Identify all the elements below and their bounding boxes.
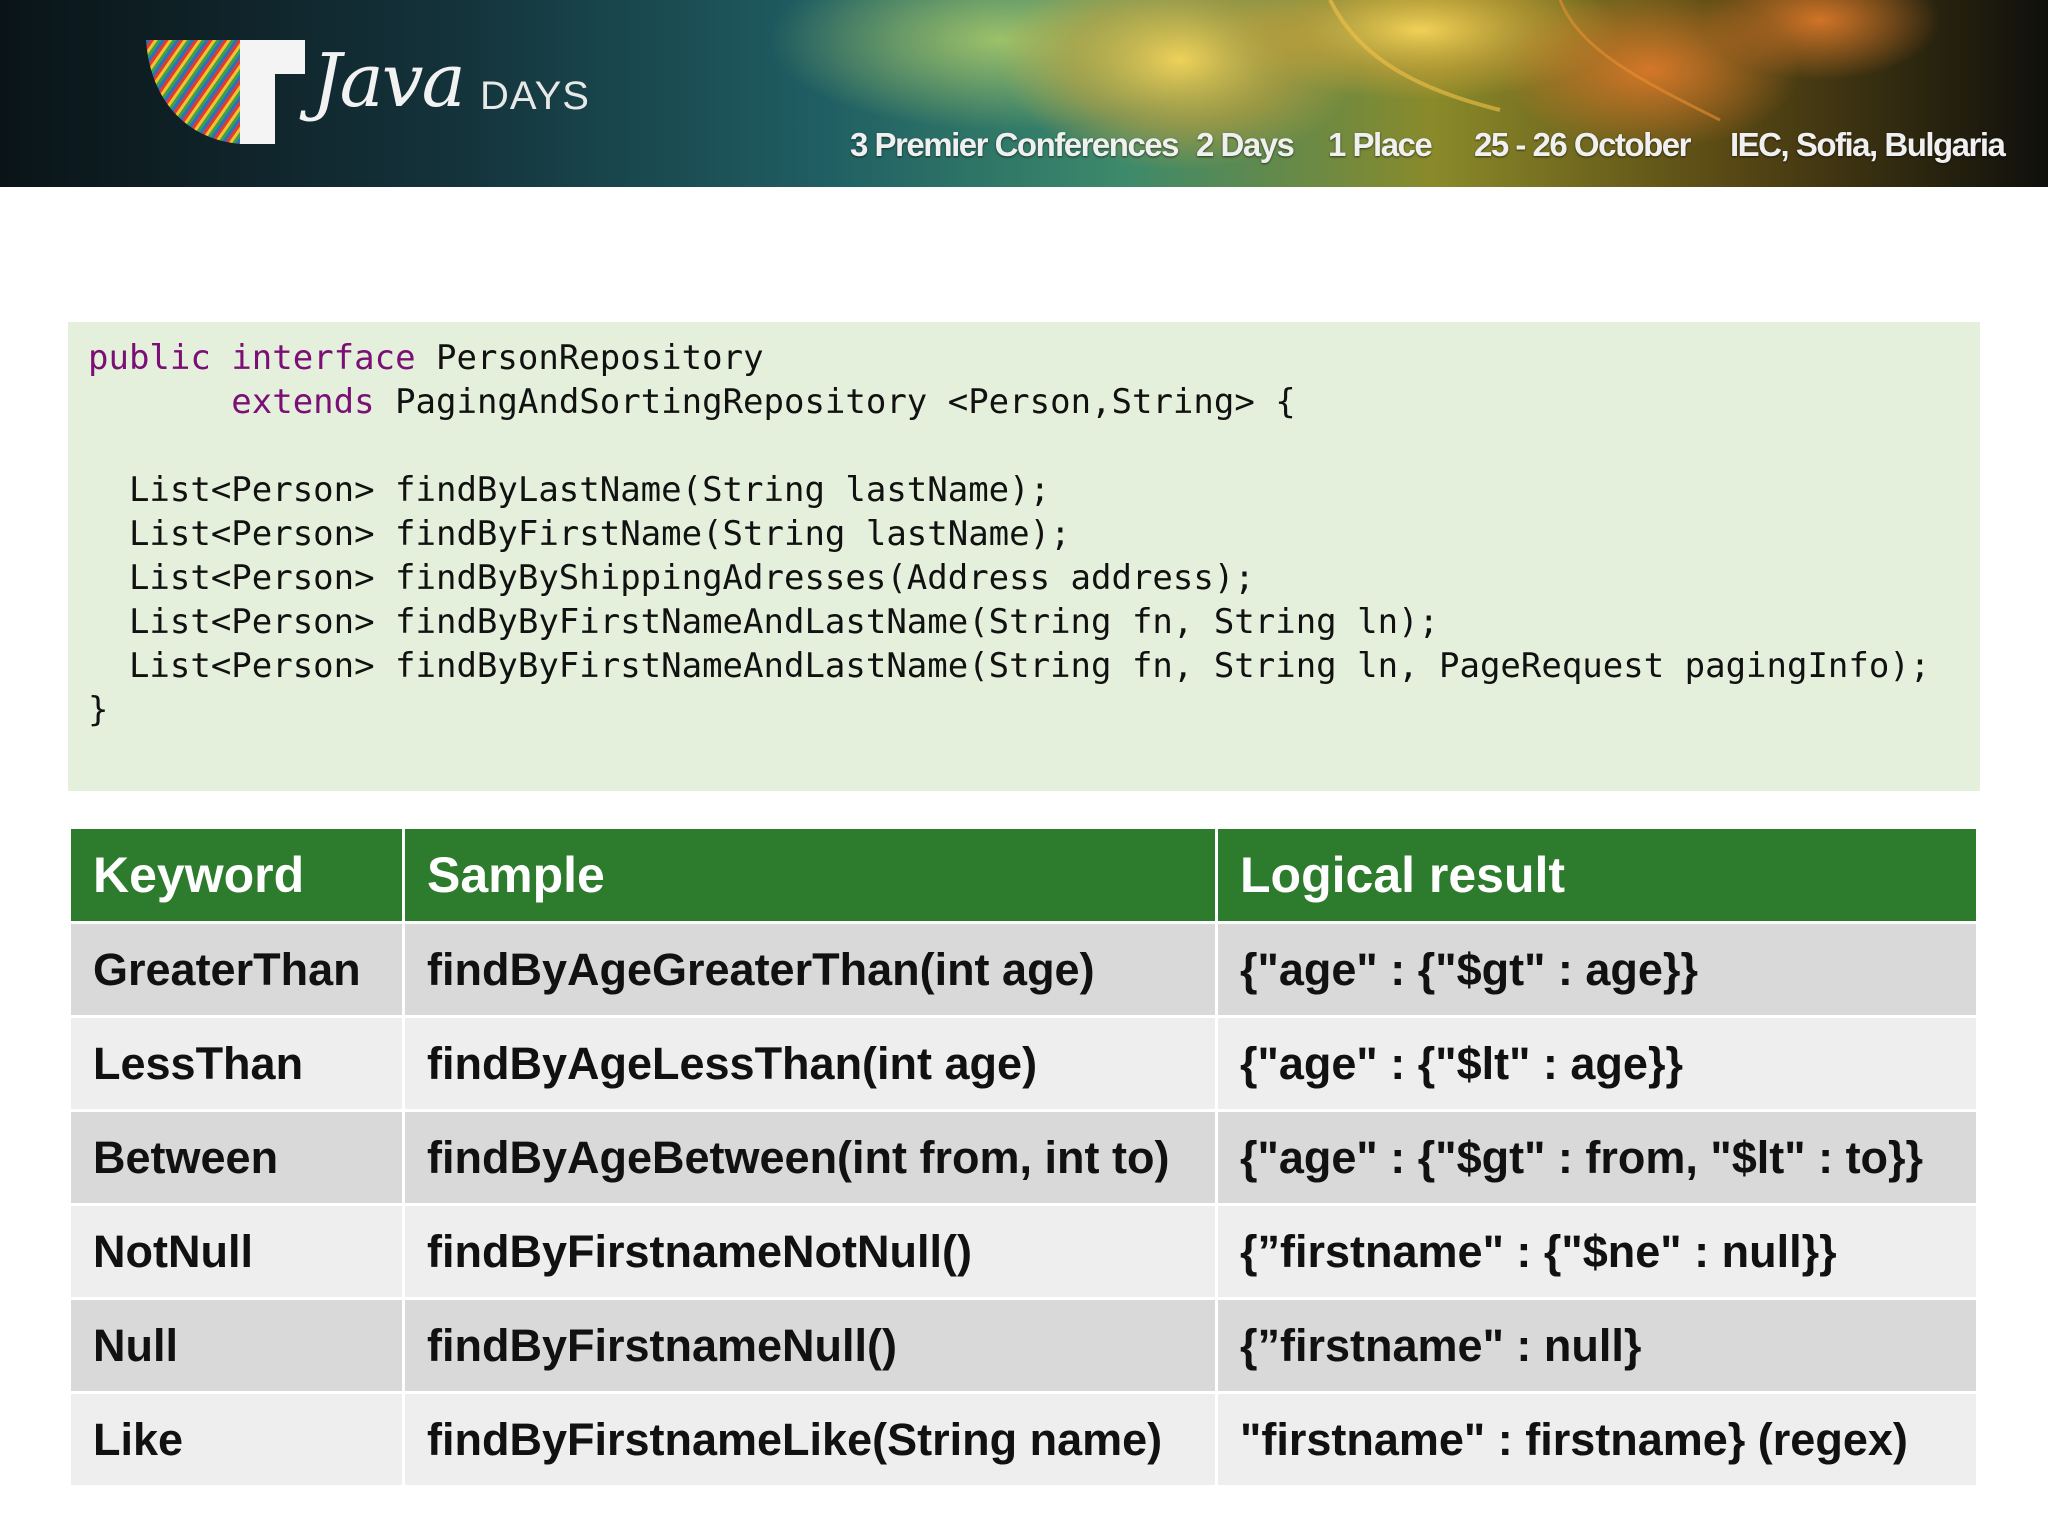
cell-keyword: Null (68, 1297, 405, 1394)
keyword-extends: extends (231, 382, 375, 422)
cell-result: {"age" : {"$gt" : from, "$lt" : to}} (1215, 1109, 1979, 1206)
interface-name: PersonRepository (415, 338, 764, 378)
cell-sample: findByAgeLessThan(int age) (402, 1015, 1218, 1112)
cell-result: {"age" : {"$gt" : age}} (1215, 921, 1979, 1018)
code-method-line: List<Person> findByByShippingAdresses(Ad… (88, 558, 1255, 598)
conference-banner: Java DAYS 3 Premier Conferences 2 Days 1… (0, 0, 2048, 187)
extends-clause: PagingAndSortingRepository <Person,Strin… (374, 382, 1296, 422)
table-row: Null findByFirstnameNull() {”firstname" … (68, 1297, 1979, 1394)
keyword-interface: interface (231, 338, 416, 378)
code-block: public interface PersonRepository extend… (68, 322, 1980, 791)
cell-sample: findByFirstnameNull() (402, 1297, 1218, 1394)
tagline-days: 2 Days (1196, 126, 1295, 163)
table-row: Like findByFirstnameLike(String name) "f… (68, 1391, 1979, 1488)
code-line-interface: public interface PersonRepository (88, 336, 1930, 380)
table-header-row: Keyword Sample Logical result (68, 826, 1979, 924)
tagline-conferences: 3 Premier Conferences (850, 126, 1180, 163)
cell-result: {"age" : {"$lt" : age}} (1215, 1015, 1979, 1112)
tagline-place: 1 Place (1328, 126, 1433, 163)
cell-result: {”firstname" : null} (1215, 1297, 1979, 1394)
header-sample: Sample (402, 826, 1218, 924)
table-row: GreaterThan findByAgeGreaterThan(int age… (68, 921, 1979, 1018)
logo-days-text: DAYS (480, 74, 590, 118)
keyword-public: public (88, 338, 211, 378)
table-row: Between findByAgeBetween(int from, int t… (68, 1109, 1979, 1206)
cell-keyword: GreaterThan (68, 921, 405, 1018)
code-listing: public interface PersonRepository extend… (88, 336, 1930, 732)
table-row: NotNull findByFirstnameNotNull() {”first… (68, 1203, 1979, 1300)
code-method-line: List<Person> findByByFirstNameAndLastNam… (88, 602, 1440, 642)
query-keyword-table: Keyword Sample Logical result GreaterTha… (68, 826, 1979, 1488)
header-keyword: Keyword (68, 826, 405, 924)
code-method-line: List<Person> findByLastName(String lastN… (88, 470, 1051, 510)
cell-keyword: LessThan (68, 1015, 405, 1112)
logo-wordmark: Java (312, 38, 466, 124)
header-logical-result: Logical result (1215, 826, 1979, 924)
cell-sample: findByAgeBetween(int from, int to) (402, 1109, 1218, 1206)
table-row: LessThan findByAgeLessThan(int age) {"ag… (68, 1015, 1979, 1112)
cell-result: {”firstname" : {"$ne" : null}} (1215, 1203, 1979, 1300)
code-method-line: List<Person> findByFirstName(String last… (88, 514, 1071, 554)
cell-result: "firstname" : firstname} (regex) (1215, 1391, 1979, 1488)
tagline-location: IEC, Sofia, Bulgaria (1730, 126, 2006, 163)
cell-sample: findByFirstnameNotNull() (402, 1203, 1218, 1300)
code-closing-brace: } (88, 690, 109, 730)
slide-bottom-edge (0, 1488, 2048, 1536)
java-days-logo-icon (146, 40, 305, 144)
cell-keyword: Between (68, 1109, 405, 1206)
cell-sample: findByFirstnameLike(String name) (402, 1391, 1218, 1488)
cell-keyword: NotNull (68, 1203, 405, 1300)
code-method-line: List<Person> findByByFirstNameAndLastNam… (88, 646, 1931, 686)
cell-keyword: Like (68, 1391, 405, 1488)
code-line-extends: extends PagingAndSortingRepository <Pers… (88, 380, 1930, 424)
tagline-dates: 25 - 26 October (1474, 126, 1691, 163)
cell-sample: findByAgeGreaterThan(int age) (402, 921, 1218, 1018)
